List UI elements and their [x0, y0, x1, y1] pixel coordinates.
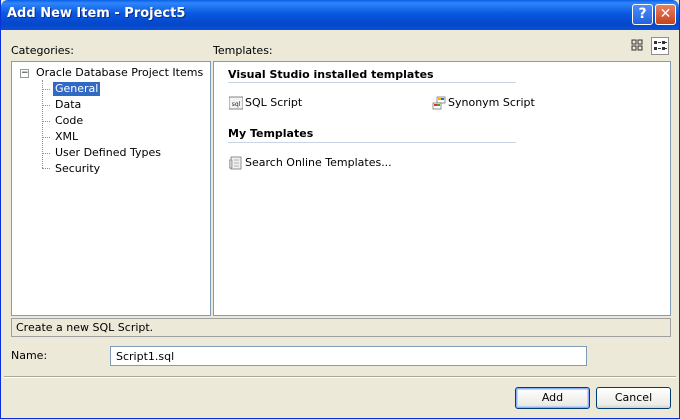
small-icons-button[interactable]	[651, 37, 669, 55]
tree-line	[42, 168, 50, 169]
categories-label: Categories:	[11, 44, 74, 57]
cancel-button[interactable]: Cancel	[596, 387, 671, 409]
tree-line	[42, 121, 50, 122]
collapse-expander-icon[interactable]: −	[20, 69, 29, 78]
tree-item-user-defined-types[interactable]: User Defined Types	[53, 146, 163, 160]
search-online-icon	[229, 156, 242, 170]
description-bar: Create a new SQL Script.	[11, 318, 671, 337]
template-search-online[interactable]: Search Online Templates...	[229, 155, 399, 171]
tree-item-xml[interactable]: XML	[53, 130, 80, 144]
synonym-icon	[432, 96, 446, 110]
large-icons-button[interactable]	[629, 37, 647, 55]
tree-line	[42, 80, 43, 168]
template-label: Synonym Script	[448, 96, 535, 109]
tree-item-oracle-database-project-items[interactable]: Oracle Database Project Items	[34, 66, 205, 80]
group-heading-installed: Visual Studio installed templates	[228, 68, 434, 81]
add-button[interactable]: Add	[515, 387, 590, 409]
window-title: Add New Item - Project5	[7, 6, 186, 21]
group-heading-my-templates: My Templates	[228, 127, 314, 140]
tree-line	[42, 153, 50, 154]
template-label: Search Online Templates...	[245, 156, 392, 169]
name-input[interactable]	[110, 346, 587, 366]
close-button[interactable]: ✕	[655, 4, 676, 25]
group-divider	[228, 142, 516, 143]
tree-item-code[interactable]: Code	[53, 114, 85, 128]
tree-item-data[interactable]: Data	[53, 98, 83, 112]
tree-item-security[interactable]: Security	[53, 162, 102, 176]
tree-line	[42, 137, 50, 138]
large-icons-icon	[631, 39, 643, 51]
tree-item-general[interactable]: General	[53, 82, 101, 96]
small-icons-icon	[654, 41, 667, 50]
divider	[4, 376, 676, 378]
template-sql-script[interactable]: sql SQL Script	[229, 95, 349, 111]
help-button[interactable]: ?	[632, 4, 653, 25]
add-new-item-dialog: Add New Item - Project5 ? ✕ Categories: …	[0, 0, 680, 419]
template-synonym-script[interactable]: Synonym Script	[432, 95, 562, 111]
group-divider	[228, 82, 516, 83]
svg-text:sql: sql	[232, 101, 241, 108]
sql-icon: sql	[229, 96, 243, 110]
tree-line	[42, 105, 50, 106]
name-label: Name:	[11, 349, 48, 362]
title-bar[interactable]: Add New Item - Project5 ? ✕	[1, 0, 679, 30]
categories-tree[interactable]: − Oracle Database Project Items General …	[11, 61, 211, 316]
tree-line	[42, 89, 50, 90]
templates-list[interactable]: Visual Studio installed templates sql SQ…	[213, 61, 671, 316]
templates-label: Templates:	[213, 44, 273, 57]
template-label: SQL Script	[245, 96, 303, 109]
